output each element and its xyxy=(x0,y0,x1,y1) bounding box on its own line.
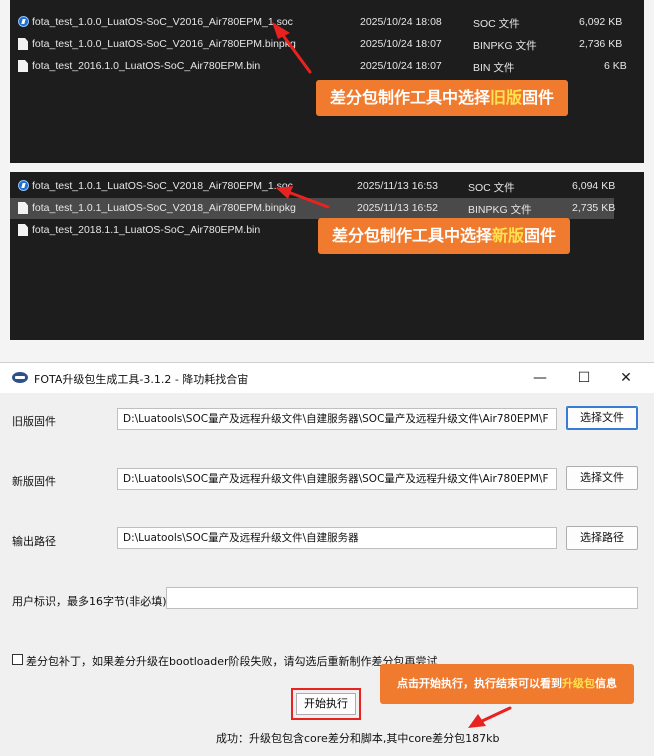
document-icon xyxy=(18,202,28,214)
old-firmware-path-input[interactable]: D:\Luatools\SOC量产及远程升级文件\自建服务器\SOC量产及远程升… xyxy=(117,408,557,430)
file-size: 2,736 KB xyxy=(579,38,623,50)
file-size: 6,092 KB xyxy=(579,16,623,28)
file-name: fota_test_1.0.1_LuatOS-SoC_V2018_Air780E… xyxy=(32,202,296,214)
file-row-old-soc[interactable]: fota_test_1.0.0_LuatOS-SoC_V2016_Air780E… xyxy=(10,12,644,33)
window-title: FOTA升级包生成工具-3.1.2 - 降功耗找合宙 xyxy=(34,373,249,386)
old-firmware-select-button[interactable]: 选择文件 xyxy=(566,406,638,430)
new-firmware-file-list: fota_test_1.0.1_LuatOS-SoC_V2018_Air780E… xyxy=(10,172,644,340)
file-size: 6,094 KB xyxy=(572,180,616,192)
file-type: SOC 文件 xyxy=(473,18,520,30)
file-name: fota_test_1.0.1_LuatOS-SoC_V2018_Air780E… xyxy=(32,180,293,192)
new-firmware-path-input[interactable]: D:\Luatools\SOC量产及远程升级文件\自建服务器\SOC量产及远程升… xyxy=(117,468,557,490)
file-date: 2025/10/24 18:08 xyxy=(360,16,442,28)
start-callout: 点击开始执行，执行结束可以看到升级包信息 xyxy=(380,664,634,704)
file-row-new-soc[interactable]: fota_test_1.0.1_LuatOS-SoC_V2018_Air780E… xyxy=(10,176,644,197)
document-icon xyxy=(18,60,28,72)
file-name: fota_test_2016.1.0_LuatOS-SoC_Air780EPM.… xyxy=(32,60,261,72)
file-size: 6 KB xyxy=(604,60,627,72)
soc-file-icon xyxy=(18,180,29,191)
maximize-button[interactable]: ☐ xyxy=(566,367,602,389)
user-id-input[interactable] xyxy=(166,587,638,609)
file-name: fota_test_1.0.0_LuatOS-SoC_V2016_Air780E… xyxy=(32,38,296,50)
file-type: BINPKG 文件 xyxy=(473,40,537,52)
file-date: 2025/11/13 16:52 xyxy=(357,202,438,214)
fota-tool-window: FOTA升级包生成工具-3.1.2 - 降功耗找合宙 — ☐ ✕ 旧版固件 D:… xyxy=(0,362,654,756)
output-path-label: 输出路径 xyxy=(12,535,56,548)
file-name: fota_test_2018.1.1_LuatOS-SoC_Air780EPM.… xyxy=(32,224,261,236)
start-button-highlight: 开始执行 xyxy=(291,688,361,720)
file-type: SOC 文件 xyxy=(468,182,515,194)
file-row-new-binpkg-selected[interactable]: fota_test_1.0.1_LuatOS-SoC_V2018_Air780E… xyxy=(10,198,616,219)
user-id-label: 用户标识，最多16字节(非必填) xyxy=(12,595,167,608)
file-type: BIN 文件 xyxy=(473,62,515,74)
old-firmware-file-list: fota_test_1.0.0_LuatOS-SoC_V2016_Air780E… xyxy=(10,0,644,163)
patch-checkbox-label: 差分包补丁，如果差分升级在bootloader阶段失败，请勾选后重新制作差分包再… xyxy=(26,655,438,668)
close-button[interactable]: ✕ xyxy=(608,367,644,389)
file-size: 2,735 KB xyxy=(572,202,616,214)
document-icon xyxy=(18,224,28,236)
file-date: 2025/11/13 16:53 xyxy=(357,180,438,192)
patch-checkbox[interactable] xyxy=(12,654,23,665)
file-date: 2025/10/24 18:07 xyxy=(360,38,442,50)
status-message: 成功：升级包包含core差分和脚本,其中core差分包187kb xyxy=(216,732,500,745)
file-name: fota_test_1.0.0_LuatOS-SoC_V2016_Air780E… xyxy=(32,16,293,28)
new-firmware-callout: 差分包制作工具中选择新版固件 xyxy=(318,218,571,254)
app-logo-icon xyxy=(12,372,28,383)
document-icon xyxy=(18,38,28,50)
new-firmware-label: 新版固件 xyxy=(12,475,56,488)
output-path-input[interactable]: D:\Luatools\SOC量产及远程升级文件\自建服务器 xyxy=(117,527,557,549)
start-button[interactable]: 开始执行 xyxy=(296,693,356,715)
title-bar: FOTA升级包生成工具-3.1.2 - 降功耗找合宙 — ☐ ✕ xyxy=(0,363,654,393)
new-firmware-select-button[interactable]: 选择文件 xyxy=(566,466,638,490)
old-firmware-callout: 差分包制作工具中选择旧版固件 xyxy=(316,80,569,116)
soc-file-icon xyxy=(18,16,29,27)
file-type: BINPKG 文件 xyxy=(468,204,532,216)
file-date: 2025/10/24 18:07 xyxy=(360,60,442,72)
old-firmware-label: 旧版固件 xyxy=(12,415,56,428)
minimize-button[interactable]: — xyxy=(522,367,558,389)
file-row-old-bin[interactable]: fota_test_2016.1.0_LuatOS-SoC_Air780EPM.… xyxy=(10,56,644,77)
file-row-old-binpkg[interactable]: fota_test_1.0.0_LuatOS-SoC_V2016_Air780E… xyxy=(10,34,644,55)
output-path-select-button[interactable]: 选择路径 xyxy=(566,526,638,550)
